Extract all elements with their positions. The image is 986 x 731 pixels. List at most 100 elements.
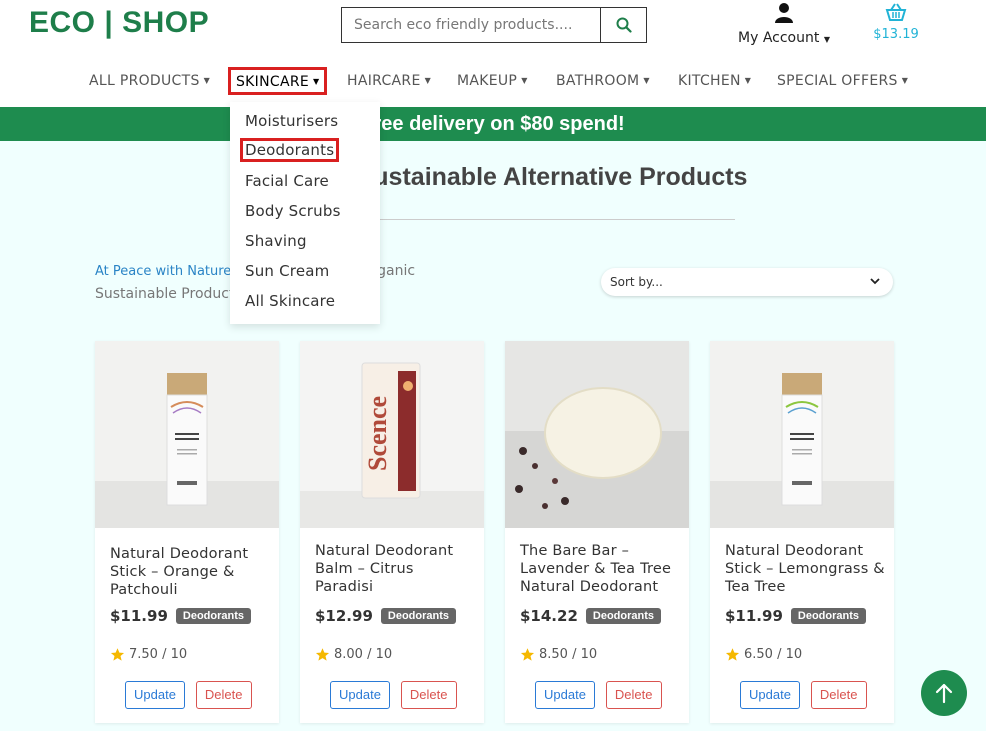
caret-icon: ▼ xyxy=(744,76,752,85)
delete-button[interactable]: Delete xyxy=(195,681,252,709)
account-label: My Account xyxy=(738,30,820,46)
nav-label: ALL PRODUCTS xyxy=(89,73,200,89)
menu-item-body-scrubs[interactable]: Body Scrubs xyxy=(245,202,341,220)
product-price: $12.99 xyxy=(315,607,373,625)
product-rating: 8.00 / 10 xyxy=(315,647,392,662)
price-row: $14.22 Deodorants xyxy=(520,607,685,625)
product-image[interactable] xyxy=(710,341,894,528)
star-icon xyxy=(725,648,740,661)
category-badge: Deodorants xyxy=(380,608,457,624)
nav-item-special-offers[interactable]: SPECIAL OFFERS ▼ xyxy=(777,66,908,96)
category-badge: Deodorants xyxy=(790,608,867,624)
delete-button[interactable]: Delete xyxy=(810,681,867,709)
update-button[interactable]: Update xyxy=(535,681,595,709)
search-icon xyxy=(616,17,632,33)
product-card[interactable]: Scence Natural Deodorant Balm – Citrus P… xyxy=(300,341,484,723)
product-name[interactable]: Natural Deodorant Stick – Lemongrass & T… xyxy=(725,542,885,596)
star-icon xyxy=(520,648,535,661)
caret-icon: ▼ xyxy=(313,77,320,86)
category-badge: Deodorants xyxy=(585,608,662,624)
price-row: $11.99 Deodorants xyxy=(110,607,275,625)
nav-label: HAIRCARE xyxy=(347,73,421,89)
nav-label: BATHROOM xyxy=(556,73,640,89)
price-row: $12.99 Deodorants xyxy=(315,607,480,625)
menu-item-moisturisers[interactable]: Moisturisers xyxy=(245,112,338,130)
chevron-down-icon: ▼ xyxy=(823,35,830,44)
card-actions: Update Delete xyxy=(535,681,675,709)
category-badge: Deodorants xyxy=(175,608,252,624)
star-icon xyxy=(315,648,330,661)
product-price: $11.99 xyxy=(110,607,168,625)
product-price: $14.22 xyxy=(520,607,578,625)
card-actions: Update Delete xyxy=(330,681,470,709)
nav-item-haircare[interactable]: HAIRCARE ▼ xyxy=(347,66,431,96)
menu-item-deodorants[interactable]: Deodorants xyxy=(240,138,340,162)
caret-icon: ▼ xyxy=(643,76,650,85)
nav-label: SKINCARE xyxy=(236,74,309,90)
nav-label: MAKEUP xyxy=(457,73,518,89)
cart-button[interactable]: $13.19 xyxy=(872,2,920,42)
nav-item-bathroom[interactable]: BATHROOM ▼ xyxy=(556,66,650,96)
product-rating: 7.50 / 10 xyxy=(110,647,187,662)
svg-text:Scence: Scence xyxy=(363,396,392,471)
search-button[interactable] xyxy=(600,8,646,42)
product-image[interactable]: Scence xyxy=(300,341,484,528)
search-bar xyxy=(341,7,647,43)
search-input[interactable] xyxy=(342,8,600,42)
product-price: $11.99 xyxy=(725,607,783,625)
product-name[interactable]: Natural Deodorant Stick – Orange & Patch… xyxy=(110,545,270,599)
delete-button[interactable]: Delete xyxy=(605,681,662,709)
promo-banner: Free delivery on $80 spend! xyxy=(0,107,986,141)
chevron-down-icon xyxy=(869,268,881,306)
caret-icon: ▼ xyxy=(424,76,432,85)
main-nav: ALL PRODUCTS ▼ SKINCARE ▼ HAIRCARE ▼ MAKEUP… xyxy=(0,66,986,96)
intro-link[interactable]: At Peace with Nature xyxy=(95,264,231,279)
site-logo[interactable]: ECO | SHOP xyxy=(29,6,209,40)
sort-label: Sort by... xyxy=(610,275,663,289)
delete-button[interactable]: Delete xyxy=(400,681,457,709)
product-name[interactable]: The Bare Bar – Lavender & Tea Tree Natur… xyxy=(520,542,680,596)
update-button[interactable]: Update xyxy=(125,681,185,709)
price-row: $11.99 Deodorants xyxy=(725,607,890,625)
rating-value: 6.50 / 10 xyxy=(744,647,803,662)
nav-label: KITCHEN xyxy=(678,73,741,89)
update-button[interactable]: Update xyxy=(740,681,800,709)
rating-value: 7.50 / 10 xyxy=(129,647,188,662)
arrow-up-icon xyxy=(935,683,953,704)
skincare-dropdown-menu: Moisturisers Deodorants Facial Care Body… xyxy=(230,102,380,324)
caret-icon: ▼ xyxy=(901,76,909,85)
product-name[interactable]: Natural Deodorant Balm – Citrus Paradisi xyxy=(315,542,475,596)
basket-icon xyxy=(885,3,907,21)
star-icon xyxy=(110,648,125,661)
account-menu[interactable]: My Account ▼ xyxy=(729,2,839,46)
caret-icon: ▼ xyxy=(521,76,528,85)
user-icon xyxy=(775,3,793,23)
rating-value: 8.00 / 10 xyxy=(334,647,393,662)
product-card[interactable]: Natural Deodorant Stick – Orange & Patch… xyxy=(95,341,279,723)
nav-item-makeup[interactable]: MAKEUP ▼ xyxy=(457,66,528,96)
scroll-to-top-button[interactable] xyxy=(921,670,967,716)
product-card[interactable]: Natural Deodorant Stick – Lemongrass & T… xyxy=(710,341,894,723)
cart-total: $13.19 xyxy=(873,27,919,42)
product-image[interactable] xyxy=(95,341,279,528)
product-rating: 6.50 / 10 xyxy=(725,647,802,662)
nav-item-skincare[interactable]: SKINCARE ▼ xyxy=(228,67,328,95)
product-rating: 8.50 / 10 xyxy=(520,647,597,662)
caret-icon: ▼ xyxy=(203,76,211,85)
site-header: ECO | SHOP My Account ▼ $13.19 ALL PRODU… xyxy=(0,0,986,107)
card-actions: Update Delete xyxy=(740,681,880,709)
page-title: Natural & Sustainable Alternative Produc… xyxy=(238,163,748,191)
rating-value: 8.50 / 10 xyxy=(539,647,598,662)
sort-select[interactable]: Sort by... xyxy=(601,268,893,296)
menu-item-facial-care[interactable]: Facial Care xyxy=(245,172,329,190)
menu-item-sun-cream[interactable]: Sun Cream xyxy=(245,262,329,280)
menu-item-shaving[interactable]: Shaving xyxy=(245,232,307,250)
product-image[interactable] xyxy=(505,341,689,528)
nav-item-all-products[interactable]: ALL PRODUCTS ▼ xyxy=(89,66,210,96)
menu-item-all-skincare[interactable]: All Skincare xyxy=(245,292,335,310)
card-actions: Update Delete xyxy=(125,681,265,709)
nav-label: SPECIAL OFFERS xyxy=(777,73,898,89)
nav-item-kitchen[interactable]: KITCHEN ▼ xyxy=(678,66,751,96)
update-button[interactable]: Update xyxy=(330,681,390,709)
product-card[interactable]: The Bare Bar – Lavender & Tea Tree Natur… xyxy=(505,341,689,723)
